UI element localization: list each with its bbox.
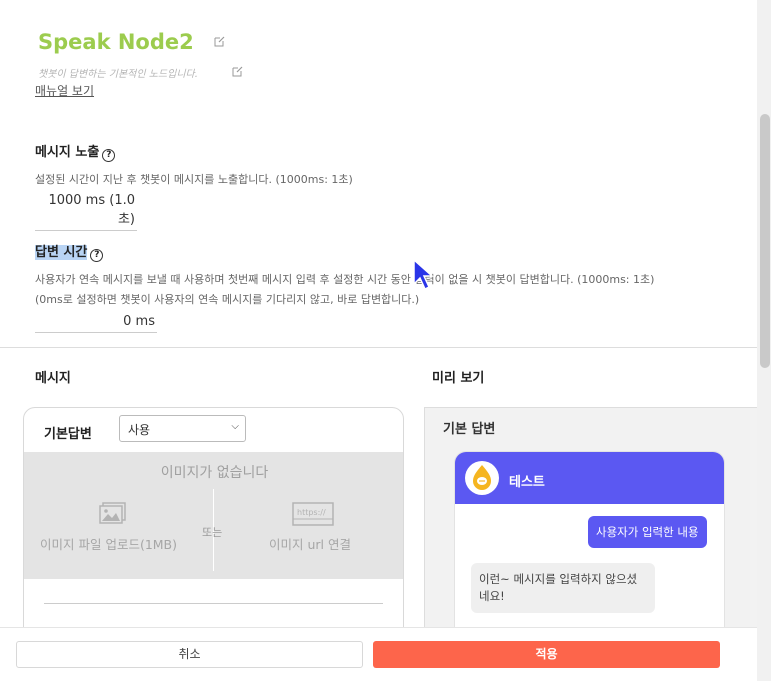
footer: 취소 적용 — [0, 627, 757, 681]
image-icon — [99, 502, 126, 524]
chevron-down-icon: ⌵ — [231, 421, 239, 432]
message-type-label: 기본답변 — [44, 427, 92, 442]
bot-logo-icon — [473, 465, 491, 490]
image-upload-option[interactable]: 이미지 파일 업로드(1MB) — [40, 534, 177, 553]
cancel-button[interactable]: 취소 — [16, 641, 363, 668]
exposure-time-input[interactable]: 1000 ms (1.0초) — [35, 193, 137, 231]
chat-header: 테스트 — [455, 452, 724, 504]
no-image-text: 이미지가 없습니다 — [160, 465, 269, 481]
node-title: Speak Node2 — [38, 30, 194, 54]
answer-time-input[interactable]: 0 ms — [35, 314, 157, 333]
bot-name: 테스트 — [509, 475, 545, 490]
select-value: 사용 — [128, 423, 151, 437]
message-text-input-line[interactable] — [44, 603, 383, 604]
exposure-description: 설정된 시간이 지난 후 챗봇이 메시지를 노출합니다. (1000ms: 1초… — [35, 173, 353, 186]
preview-section-title: 미리 보기 — [432, 371, 485, 386]
bot-message-bubble: 이런~ 메시지를 입력하지 않으셨네요! — [471, 563, 655, 613]
url-icon-text: https:// — [297, 508, 326, 517]
manual-link[interactable]: 매뉴얼 보기 — [35, 82, 94, 99]
help-icon[interactable]: ? — [90, 249, 104, 262]
help-icon[interactable]: ? — [102, 149, 116, 162]
mouse-cursor-icon — [413, 258, 434, 291]
or-label: 또는 — [202, 526, 223, 539]
apply-button[interactable]: 적용 — [373, 641, 720, 668]
answer-time-title-text: 답변 시간 — [35, 245, 88, 260]
edit-subtitle-icon[interactable] — [232, 66, 243, 77]
exposure-title: 메시지 노출? — [35, 141, 116, 162]
message-use-select[interactable]: 사용 ⌵ — [119, 415, 246, 442]
speak-node-settings-panel: Speak Node2 챗봇이 답변하는 기본적인 노드입니다. 매뉴얼 보기 … — [0, 0, 773, 681]
section-divider — [0, 347, 757, 348]
bot-avatar — [465, 461, 499, 495]
image-area: 이미지가 없습니다 이미지 파일 업로드(1MB) 또는 https:// 이미… — [24, 452, 403, 579]
edit-title-icon[interactable] — [214, 36, 225, 47]
url-link-icon: https:// — [292, 502, 334, 526]
node-subtitle: 챗봇이 답변하는 기본적인 노드입니다. — [38, 69, 198, 80]
preview-label: 기본 답변 — [443, 422, 496, 437]
answer-time-description: 사용자가 연속 메시지를 보낼 때 사용하며 첫번째 메시지 입력 후 설정한 … — [35, 273, 655, 286]
answer-time-note: (0ms로 설정하면 챗봇이 사용자의 연속 메시지를 기다리지 않고, 바로 … — [35, 293, 420, 306]
scrollbar-thumb[interactable] — [760, 114, 770, 368]
user-message-bubble: 사용자가 입력한 내용 — [588, 516, 707, 548]
image-url-option[interactable]: 이미지 url 연결 — [269, 534, 351, 553]
answer-time-title: 답변 시간? — [35, 241, 104, 262]
message-section-title: 메시지 — [35, 371, 71, 386]
exposure-title-text: 메시지 노출 — [35, 145, 100, 160]
